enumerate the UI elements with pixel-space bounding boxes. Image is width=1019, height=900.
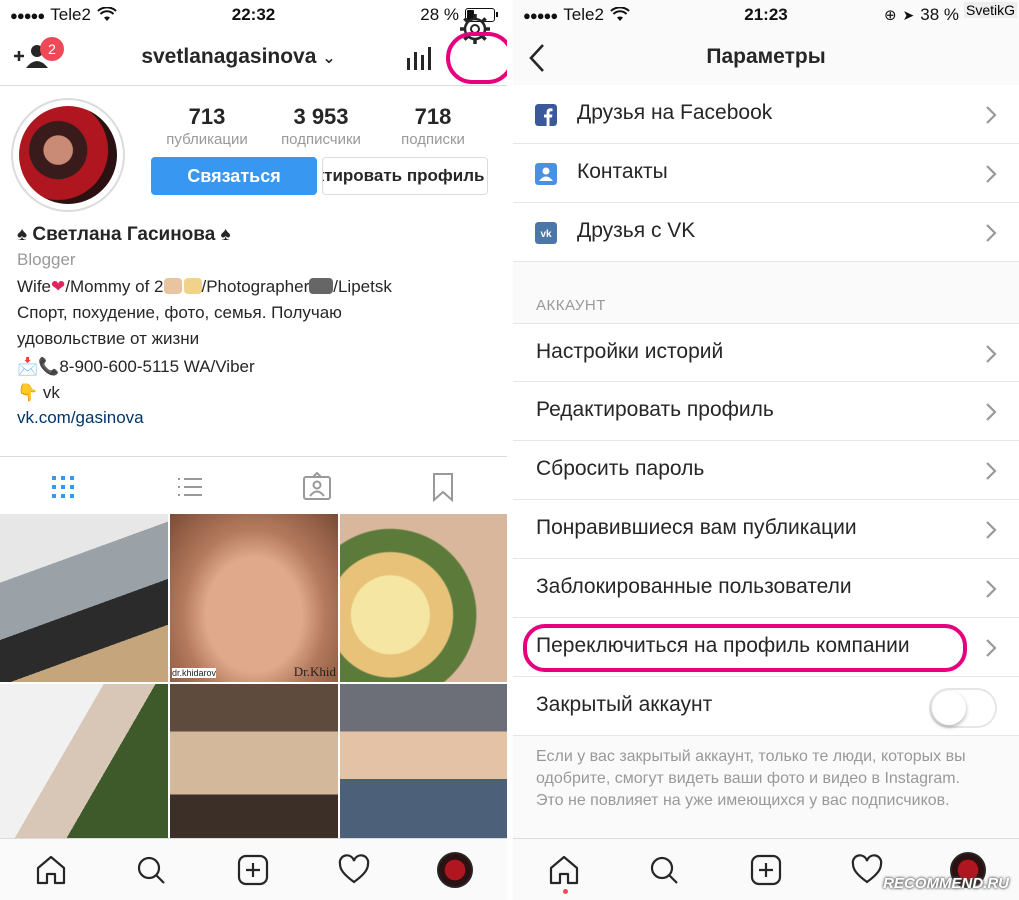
battery-percent: 38 %: [920, 5, 959, 24]
photo-thumbnail[interactable]: [340, 684, 507, 842]
location-icon: ➤: [902, 6, 915, 23]
settings-row-label: Сбросить пароль: [536, 457, 705, 480]
home-icon[interactable]: [34, 853, 68, 887]
chevron-right-icon: [986, 403, 997, 421]
bio-line-5: 👇 vk: [17, 383, 60, 402]
profile-header: 2 svetlanagasinova ⌄: [0, 14, 507, 86]
facebook-icon: [535, 104, 557, 126]
settings-row-story-settings[interactable]: Настройки историй: [513, 323, 1019, 382]
heart-icon[interactable]: [850, 853, 884, 887]
add-post-icon[interactable]: [236, 853, 270, 887]
heart-icon[interactable]: [337, 853, 371, 887]
chevron-right-icon: [986, 639, 997, 657]
settings-row-contacts[interactable]: Контакты: [513, 144, 1019, 203]
settings-title: Параметры: [706, 45, 826, 68]
photo-thumbnail[interactable]: [340, 514, 507, 682]
heart-emoji-icon: ❤: [51, 277, 66, 296]
chevron-down-icon: ⌄: [322, 50, 336, 67]
chevron-right-icon: [986, 462, 997, 480]
settings-row-reset-password[interactable]: Сбросить пароль: [513, 441, 1019, 500]
contacts-icon: [535, 163, 557, 185]
search-icon[interactable]: [647, 853, 681, 887]
photo-watermark: dr.khidarov: [172, 668, 217, 678]
overlay-username: SvetikG: [963, 2, 1017, 18]
site-watermark: RECOMMEND.RU: [883, 875, 1009, 892]
settings-row-label: Редактировать профиль: [536, 398, 774, 421]
settings-row-liked-posts[interactable]: Понравившиеся вам публикации: [513, 500, 1019, 559]
baby-emoji-icon: [183, 278, 202, 294]
stat-followers[interactable]: 3 953 подписчики: [266, 104, 376, 148]
list-view-icon[interactable]: [175, 472, 205, 502]
vk-icon: vk: [535, 222, 557, 244]
saved-bookmark-icon[interactable]: [428, 472, 458, 502]
photo-watermark: Dr.Khid: [293, 664, 336, 679]
rotation-lock-icon: ⊕: [883, 7, 897, 24]
settings-row-vk-friends[interactable]: vk Друзья с VK: [513, 203, 1019, 262]
photo-thumbnail[interactable]: [0, 514, 168, 682]
settings-screen: ●●●●● Tele2 21:23 ⊕ ➤ 38 % SvetikG Парам…: [513, 0, 1019, 900]
bio-line-2: Спорт, похудение, фото, семья. Получаю: [17, 303, 342, 322]
private-account-hint: Если у вас закрытый аккаунт, только те л…: [536, 748, 966, 809]
photo-thumbnail[interactable]: [170, 684, 338, 842]
svg-text:vk: vk: [540, 229, 552, 240]
profile-category: Blogger: [17, 250, 76, 269]
profile-avatar[interactable]: [11, 98, 125, 212]
chevron-right-icon: [986, 224, 997, 242]
chevron-right-icon: [986, 580, 997, 598]
business-profile-highlight-annotation: [523, 624, 967, 672]
chevron-right-icon: [986, 521, 997, 539]
bottom-navigation: [0, 838, 507, 900]
profile-bio: ♠ Светлана Гасинова ♠ Blogger Wife❤/Momm…: [17, 224, 497, 428]
photo-thumbnail[interactable]: dr.khidarov Dr.Khid: [170, 514, 338, 682]
settings-row-label: Настройки историй: [536, 340, 724, 363]
chevron-right-icon: [986, 345, 997, 363]
settings-row-label: Друзья с VK: [577, 219, 696, 242]
private-account-toggle[interactable]: [929, 688, 997, 728]
settings-row-label: Заблокированные пользователи: [536, 575, 852, 598]
add-post-icon[interactable]: [749, 853, 783, 887]
grid-view-icon[interactable]: [48, 472, 78, 502]
bio-line-4: 📩📞8-900-600-5115 WA/Viber: [17, 357, 255, 376]
home-activity-dot: [563, 889, 568, 894]
settings-row-label: Контакты: [577, 160, 668, 183]
settings-header: Параметры: [513, 30, 1019, 86]
status-bar: ●●●●● Tele2 22:32 28 %: [0, 0, 507, 30]
edit-profile-button[interactable]: Редактировать профиль: [322, 157, 488, 195]
camera-emoji-icon: [309, 278, 334, 294]
chevron-right-icon: [986, 165, 997, 183]
tagged-icon[interactable]: [302, 472, 332, 502]
battery-percent: 28 %: [420, 5, 459, 24]
photo-grid: dr.khidarov Dr.Khid: [0, 514, 507, 842]
settings-row-label: Закрытый аккаунт: [536, 693, 713, 716]
toggle-knob: [932, 691, 966, 725]
gear-highlight-annotation: [446, 32, 507, 84]
section-header-account: АККАУНТ: [536, 297, 606, 314]
profile-tab-avatar[interactable]: [437, 852, 473, 888]
home-icon[interactable]: [547, 853, 581, 887]
contact-button[interactable]: Связаться: [151, 157, 317, 195]
settings-row-blocked-users[interactable]: Заблокированные пользователи: [513, 559, 1019, 618]
baby-emoji-icon: [163, 278, 182, 294]
settings-row-label: Понравившиеся вам публикации: [536, 516, 857, 539]
bio-line-1: Wife❤/Mommy of 2/Photographer/Lipetsk: [17, 277, 392, 296]
settings-row-edit-profile[interactable]: Редактировать профиль: [513, 382, 1019, 441]
status-bar: ●●●●● Tele2 21:23 ⊕ ➤ 38 % SvetikG: [513, 0, 1019, 30]
search-icon[interactable]: [134, 853, 168, 887]
photo-thumbnail[interactable]: [0, 684, 168, 842]
bio-link[interactable]: vk.com/gasinova: [17, 408, 497, 428]
profile-tabs: [0, 456, 507, 514]
avatar-photo: [19, 106, 117, 204]
chevron-right-icon: [986, 106, 997, 124]
stat-following[interactable]: 718 подписки: [378, 104, 488, 148]
settings-row-label: Друзья на Facebook: [577, 101, 773, 124]
profile-screen: ●●●●● Tele2 22:32 28 % 2 svetlanagasinov…: [0, 0, 507, 900]
stat-posts[interactable]: 713 публикации: [152, 104, 262, 148]
insights-icon[interactable]: [406, 46, 432, 70]
settings-row-facebook-friends[interactable]: Друзья на Facebook: [513, 85, 1019, 144]
bio-line-3: удовольствие от жизни: [17, 329, 200, 348]
settings-row-private-account: Закрытый аккаунт: [513, 677, 1019, 736]
profile-name: ♠ Светлана Гасинова ♠: [17, 224, 231, 245]
